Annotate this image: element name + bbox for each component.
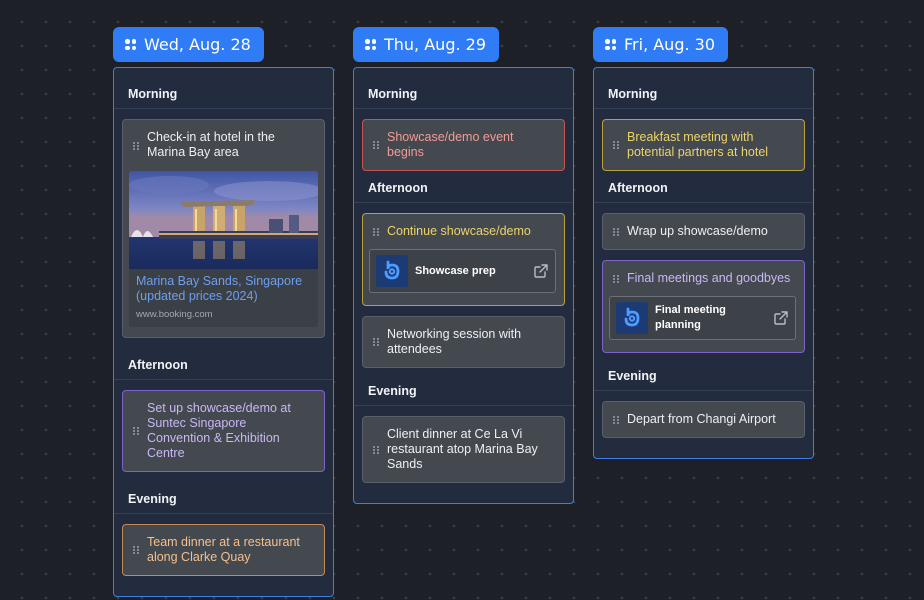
card-text: Check-in at hotel in the Marina Bay area — [147, 130, 275, 159]
section-title-morning: Morning — [354, 68, 573, 109]
date-label: Wed, Aug. 28 — [144, 35, 251, 54]
card-event-begins[interactable]: Showcase/demo event begins — [362, 119, 565, 171]
drag-handle-icon[interactable] — [613, 227, 619, 236]
card-checkin[interactable]: Check-in at hotel in the Marina Bay area — [122, 119, 325, 338]
day-column-wed: Wed, Aug. 28 Morning Check-in at hotel i… — [113, 27, 335, 597]
link-title[interactable]: Marina Bay Sands, Singapore (updated pri… — [136, 274, 311, 304]
card-wrapup[interactable]: Wrap up showcase/demo — [602, 213, 805, 250]
card-text: Set up showcase/demo at Suntec Singapore… — [147, 401, 291, 460]
marina-bay-sands-image — [129, 171, 318, 269]
link-domain: www.booking.com — [136, 309, 213, 320]
section-title-morning: Morning — [114, 68, 333, 109]
date-tab-fri[interactable]: Fri, Aug. 30 — [593, 27, 729, 62]
embedded-doc-showcase-prep[interactable]: Showcase prep — [369, 249, 556, 293]
card-depart[interactable]: Depart from Changi Airport — [602, 401, 805, 438]
drag-handle-icon[interactable] — [613, 141, 619, 149]
card-text: Depart from Changi Airport — [627, 412, 776, 426]
section-title-afternoon: Afternoon — [114, 348, 333, 380]
date-label: Fri, Aug. 30 — [624, 35, 716, 54]
drag-handle-icon[interactable] — [133, 142, 139, 150]
card-client-dinner[interactable]: Client dinner at Ce La Vi restaurant ato… — [362, 416, 565, 483]
card-networking[interactable]: Networking session with attendees — [362, 316, 565, 368]
external-link-icon[interactable] — [533, 263, 549, 279]
embed-label: Final meeting planning — [655, 304, 726, 331]
section-title-evening: Evening — [354, 378, 573, 406]
drag-handle-icon[interactable] — [613, 415, 619, 424]
card-setup[interactable]: Set up showcase/demo at Suntec Singapore… — [122, 390, 325, 472]
card-text: Wrap up showcase/demo — [627, 224, 768, 238]
drag-handle-icon[interactable] — [373, 228, 379, 236]
embed-label: Showcase prep — [415, 264, 496, 277]
section-title-evening: Evening — [594, 363, 813, 391]
card-team-dinner[interactable]: Team dinner at a restaurant along Clarke… — [122, 524, 325, 576]
embedded-doc-final-meeting-planning[interactable]: Final meeting planning — [609, 296, 796, 340]
date-tab-wed[interactable]: Wed, Aug. 28 — [113, 27, 264, 62]
day-column-thu: Thu, Aug. 29 Morning Showcase/demo event… — [353, 27, 575, 504]
drag-grid-icon — [605, 39, 616, 50]
date-label: Thu, Aug. 29 — [384, 35, 486, 54]
card-final-meetings[interactable]: Final meetings and goodbyes Final meetin… — [602, 260, 805, 353]
day-panel: Morning Check-in at hotel in the Marina … — [113, 67, 334, 597]
card-text: Showcase/demo event begins — [387, 130, 514, 159]
app-logo-icon — [616, 302, 648, 334]
drag-handle-icon[interactable] — [373, 141, 379, 149]
card-text: Continue showcase/demo — [387, 224, 531, 238]
drag-handle-icon[interactable] — [133, 546, 139, 554]
drag-handle-icon[interactable] — [373, 338, 379, 346]
card-text: Networking session with attendees — [387, 327, 522, 356]
section-title-afternoon: Afternoon — [594, 181, 813, 203]
drag-handle-icon[interactable] — [613, 275, 619, 283]
link-preview[interactable]: Marina Bay Sands, Singapore (updated pri… — [129, 171, 318, 327]
card-breakfast[interactable]: Breakfast meeting with potential partner… — [602, 119, 805, 171]
card-continue-showcase[interactable]: Continue showcase/demo Showcase prep — [362, 213, 565, 306]
drag-handle-icon[interactable] — [373, 445, 379, 454]
card-text: Final meetings and goodbyes — [627, 271, 791, 285]
card-text: Team dinner at a restaurant along Clarke… — [147, 535, 300, 564]
external-link-icon[interactable] — [773, 310, 789, 326]
drag-grid-icon — [365, 39, 376, 50]
section-title-morning: Morning — [594, 68, 813, 109]
day-panel: Morning Showcase/demo event begins After… — [353, 67, 574, 504]
section-title-evening: Evening — [114, 482, 333, 514]
drag-handle-icon[interactable] — [133, 427, 139, 435]
drag-grid-icon — [125, 39, 136, 50]
date-tab-thu[interactable]: Thu, Aug. 29 — [353, 27, 499, 62]
section-title-afternoon: Afternoon — [354, 181, 573, 203]
app-logo-icon — [376, 255, 408, 287]
day-column-fri: Fri, Aug. 30 Morning Breakfast meeting w… — [593, 27, 815, 459]
day-panel: Morning Breakfast meeting with potential… — [593, 67, 814, 459]
card-text: Breakfast meeting with potential partner… — [627, 130, 769, 159]
card-text: Client dinner at Ce La Vi restaurant ato… — [387, 427, 538, 471]
